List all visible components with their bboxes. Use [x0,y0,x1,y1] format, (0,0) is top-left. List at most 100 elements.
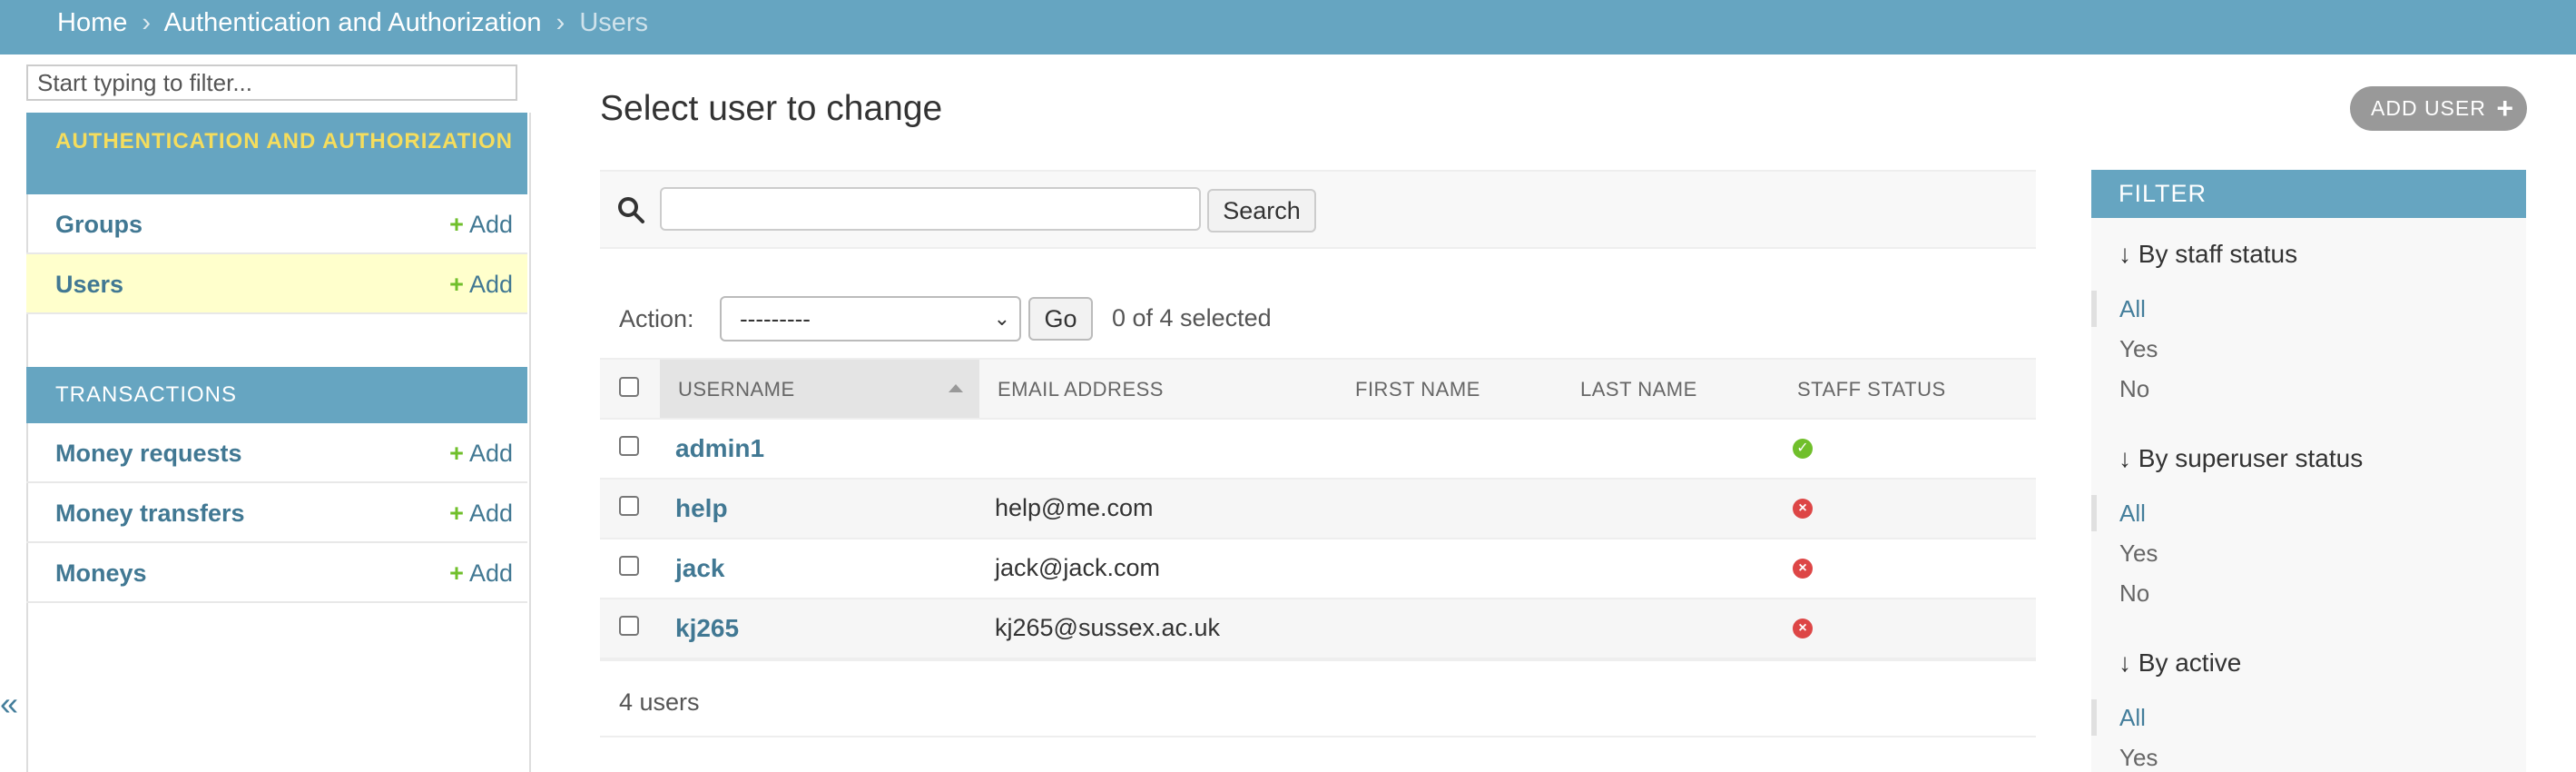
sidebar-link-moneys[interactable]: Moneys [55,559,147,588]
filter-superuser-no[interactable]: No [2119,579,2149,608]
paginator: 4 users [600,659,2036,737]
plus-icon: + [449,211,464,238]
plus-icon: + [449,440,464,467]
add-user-link[interactable]: + Add [449,271,513,299]
table-row: admin1 ✓ [600,420,2036,480]
sidebar-link-groups[interactable]: Groups [55,211,143,239]
chevron-down-icon: ⌄ [993,307,1010,330]
row-checkbox[interactable] [619,436,639,456]
action-label: Action: [619,305,694,332]
filter-superuser-yes[interactable]: Yes [2119,539,2158,568]
no-icon: × [1793,619,1813,638]
search-toolbar: Search [600,170,2036,249]
sidebar-collapse-icon[interactable]: « [0,685,18,723]
plus-icon: + [449,559,464,587]
sidebar-link-users[interactable]: Users [55,271,123,299]
column-email[interactable]: EMAIL ADDRESS [998,378,1164,401]
filter-heading-superuser[interactable]: ↓ By superuser status [2119,444,2363,473]
selected-count: 0 of 4 selected [1112,304,1272,332]
filter-active-yes[interactable]: Yes [2119,744,2158,772]
add-label: Add [468,559,513,587]
filter-heading-label: By staff status [2138,240,2298,268]
username-link[interactable]: jack [675,554,725,583]
action-select[interactable]: --------- ⌄ [720,296,1021,341]
add-money-link[interactable]: + Add [449,559,513,588]
add-label: Add [468,271,513,298]
email-cell: jack@jack.com [995,554,1160,581]
add-group-link[interactable]: + Add [449,211,513,239]
sidebar-item-users: Users + Add [26,254,527,314]
filter-active-all[interactable]: All [2119,704,2146,732]
filter-panel: FILTER ↓ By staff status All Yes No ↓ By… [2091,170,2526,772]
table-header: USERNAME EMAIL ADDRESS FIRST NAME LAST N… [600,358,2036,420]
search-icon [618,197,644,223]
arrow-down-icon: ↓ [2119,240,2131,268]
table-row: jack jack@jack.com × [600,539,2036,599]
header-bar: Home › Authentication and Authorization … [0,0,2576,54]
action-select-value: --------- [740,305,811,332]
add-user-button[interactable]: ADD USER + [2350,86,2527,131]
filter-heading-active[interactable]: ↓ By active [2119,648,2241,678]
filter-staff-all[interactable]: All [2119,295,2146,323]
breadcrumb-separator: › [142,8,152,37]
row-checkbox[interactable] [619,556,639,576]
filter-staff-yes[interactable]: Yes [2119,335,2158,363]
username-link[interactable]: admin1 [675,434,764,463]
sidebar-item-money-requests: Money requests + Add [26,423,527,483]
column-first-name[interactable]: FIRST NAME [1355,378,1480,401]
column-staff-status[interactable]: STAFF STATUS [1797,378,1946,401]
table-row: kj265 kj265@sussex.ac.uk × [600,599,2036,659]
result-count: 4 users [619,688,700,716]
filter-heading-label: By superuser status [2138,444,2364,472]
search-input[interactable] [660,187,1201,231]
plus-icon: + [2496,92,2514,124]
email-cell: kj265@sussex.ac.uk [995,614,1221,641]
breadcrumb-current: Users [579,8,649,37]
yes-icon: ✓ [1793,439,1813,459]
filter-heading-staff[interactable]: ↓ By staff status [2119,240,2297,269]
selected-filter-marker [2091,495,2097,531]
add-label: Add [468,500,513,527]
arrow-down-icon: ↓ [2119,648,2131,677]
column-last-name[interactable]: LAST NAME [1580,378,1697,401]
add-label: Add [468,440,513,467]
go-button[interactable]: Go [1028,297,1093,341]
email-cell: help@me.com [995,494,1154,521]
add-label: Add [468,211,513,238]
sidebar-item-moneys: Moneys + Add [26,543,527,603]
filter-heading-label: By active [2138,648,2242,677]
sort-ascending-icon[interactable] [949,384,963,392]
plus-icon: + [449,271,464,298]
username-link[interactable]: kj265 [675,614,739,643]
sidebar-item-money-transfers: Money transfers + Add [26,483,527,543]
add-money-request-link[interactable]: + Add [449,440,513,468]
add-money-transfer-link[interactable]: + Add [449,500,513,528]
arrow-down-icon: ↓ [2119,444,2131,472]
breadcrumb-home-link[interactable]: Home [57,8,127,37]
sidebar-link-money-requests[interactable]: Money requests [55,440,242,468]
username-link[interactable]: help [675,494,728,523]
selected-filter-marker [2091,291,2097,327]
row-checkbox[interactable] [619,496,639,516]
page-title: Select user to change [600,89,943,128]
breadcrumb: Home › Authentication and Authorization … [57,8,648,38]
nav-filter-input[interactable] [26,64,517,101]
sidebar-item-groups: Groups + Add [26,194,527,254]
app-caption-transactions[interactable]: TRANSACTIONS [26,367,527,423]
app-caption-auth[interactable]: AUTHENTICATION AND AUTHORIZATION [26,113,527,194]
sidebar-link-money-transfers[interactable]: Money transfers [55,500,245,528]
table-row: help help@me.com × [600,480,2036,539]
filter-title: FILTER [2091,170,2526,218]
column-username[interactable]: USERNAME [678,378,795,401]
row-checkbox[interactable] [619,616,639,636]
search-button[interactable]: Search [1207,189,1316,233]
filter-staff-no[interactable]: No [2119,375,2149,403]
breadcrumb-separator: › [556,8,565,37]
no-icon: × [1793,499,1813,519]
no-icon: × [1793,559,1813,579]
breadcrumb-section-link[interactable]: Authentication and Authorization [164,8,542,37]
add-user-label: ADD USER [2371,96,2486,120]
filter-superuser-all[interactable]: All [2119,500,2146,528]
select-all-checkbox[interactable] [619,377,639,397]
selected-filter-marker [2091,699,2097,736]
